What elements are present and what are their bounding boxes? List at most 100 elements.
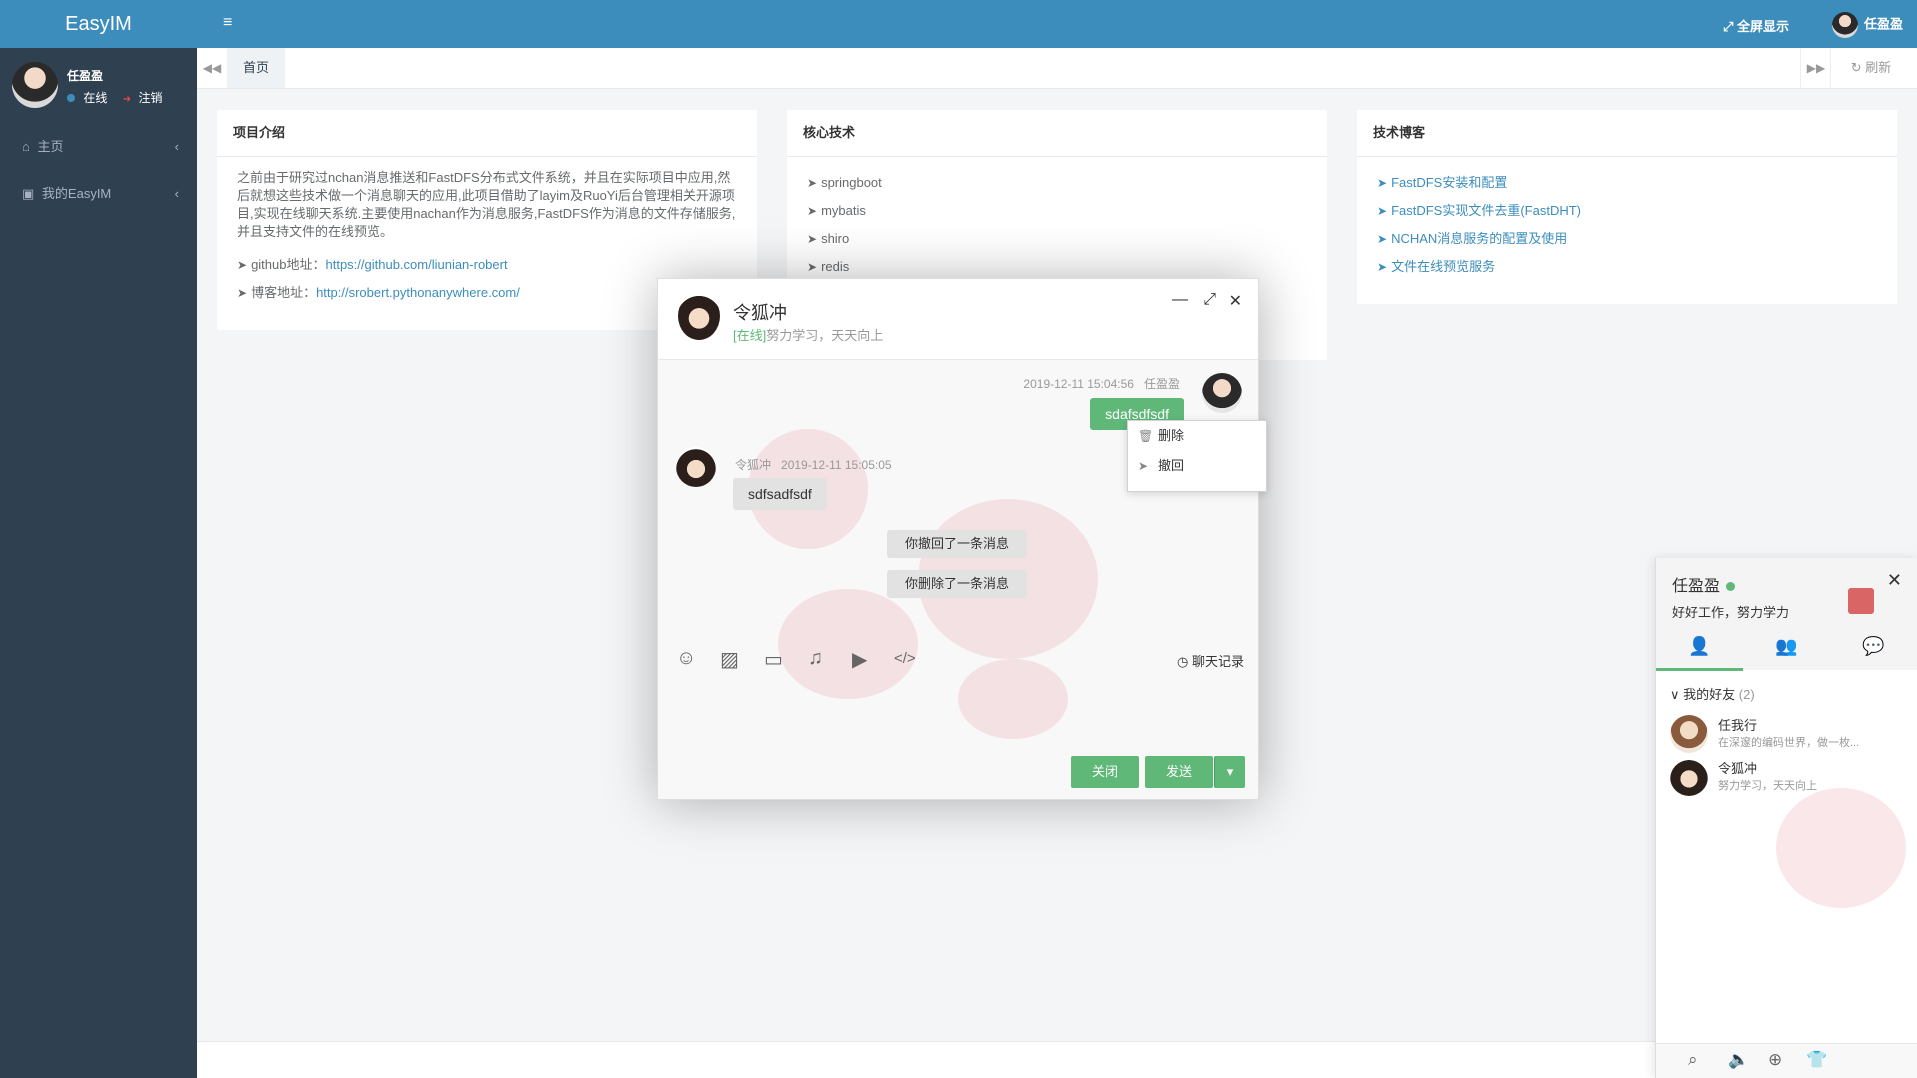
- send-icon: ➤: [807, 232, 818, 246]
- message-input[interactable]: [668, 681, 1250, 749]
- code-icon[interactable]: </>: [894, 650, 916, 667]
- sidebar-item-label: 主页: [37, 139, 64, 154]
- logout-icon[interactable]: ➜: [123, 94, 131, 105]
- group-count: (2): [1738, 687, 1755, 702]
- blog-label: 博客地址：: [251, 285, 317, 300]
- message-sender: 任盈盈: [1143, 377, 1180, 391]
- friend-name: 任我行: [1718, 718, 1758, 733]
- sidebar-item-home[interactable]: ⌂ 主页 ‹: [0, 127, 197, 167]
- send-icon: ➤: [1377, 204, 1388, 218]
- trash-icon: 🗑: [1138, 429, 1154, 443]
- skin-icon[interactable]: 👕: [1806, 1050, 1827, 1070]
- send-icon: ➤: [1377, 232, 1388, 246]
- blog-link-item[interactable]: ➤ 文件在线预览服务: [1377, 253, 1877, 281]
- my-message-meta: 2019-12-11 15:04:56 任盈盈: [1023, 375, 1180, 392]
- sidebar-user-status: 在线 ➜ 注销: [67, 89, 162, 106]
- chat-history-button[interactable]: ◷ 聊天记录: [1177, 651, 1244, 670]
- my-name-label: 任盈盈: [1672, 578, 1721, 595]
- send-icon: ➤: [807, 260, 818, 274]
- close-chat-button[interactable]: 关闭: [1071, 756, 1139, 788]
- chevron-left-icon: ‹: [174, 139, 179, 154]
- top-user-name: 任盈盈: [1863, 16, 1903, 32]
- friends-panel: 任盈盈 好好工作，努力学力 ✕ 👤 👥 💬 ∨ 我的好友 (2) 任我行 在深邃…: [1655, 558, 1917, 1078]
- chat-online-status: [在线]: [733, 328, 767, 343]
- top-user-menu[interactable]: 任盈盈: [1831, 12, 1903, 38]
- my-signature[interactable]: 好好工作，努力学力: [1672, 602, 1789, 621]
- send-button[interactable]: 发送: [1145, 756, 1213, 788]
- scroll-right-icon[interactable]: ▶▶: [1800, 48, 1831, 88]
- blog-link-item[interactable]: ➤ FastDFS实现文件去重(FastDHT): [1377, 197, 1877, 225]
- group-name: 我的好友: [1683, 687, 1736, 702]
- blog-link-item[interactable]: ➤ FastDFS安装和配置: [1377, 169, 1877, 197]
- blog-link[interactable]: http://srobert.pythonanywhere.com/: [316, 285, 520, 300]
- friends-panel-header: 任盈盈 好好工作，努力学力 ✕ 👤 👥 💬: [1656, 558, 1917, 671]
- image-icon[interactable]: ▨: [720, 647, 739, 672]
- online-dot-icon: [1726, 582, 1736, 591]
- tech-item: ➤ redis: [807, 259, 850, 274]
- clock-icon: ◷: [1177, 654, 1192, 669]
- refresh-button[interactable]: ↻ 刷新: [1830, 48, 1911, 88]
- github-link[interactable]: https://github.com/liunian-robert: [325, 257, 507, 272]
- chevron-left-icon: ‹: [174, 186, 179, 201]
- chat-contact-avatar[interactable]: [678, 292, 720, 340]
- message-context-menu: 🗑 删除 ➤ 撤回: [1127, 420, 1267, 492]
- contact-message-bubble[interactable]: sdfsadfsdf: [733, 478, 827, 510]
- message-sender: 令狐冲: [735, 458, 772, 472]
- context-delete-label: 删除: [1158, 428, 1185, 443]
- app-logo[interactable]: EasyIM: [0, 0, 197, 48]
- logout-link[interactable]: 注销: [138, 91, 162, 105]
- intro-text: 之前由于研究过nchan消息推送和FastDFS分布式文件系统，并且在实际项目中…: [237, 170, 736, 239]
- send-icon: ➤: [1377, 176, 1388, 190]
- github-line: ➤ github地址：https://github.com/liunian-rob…: [237, 251, 737, 279]
- tab-home[interactable]: 首页: [227, 48, 285, 88]
- minimize-icon[interactable]: —: [1172, 291, 1188, 309]
- github-label: github地址：: [251, 257, 326, 272]
- close-icon[interactable]: ✕: [1229, 291, 1242, 311]
- sidebar-user-name: 任盈盈: [67, 69, 104, 83]
- speaker-icon[interactable]: 🔈: [1728, 1050, 1749, 1070]
- online-dot-icon: [67, 94, 75, 102]
- message-time: 2019-12-11 15:05:05: [781, 458, 892, 472]
- context-recall[interactable]: ➤ 撤回: [1128, 451, 1266, 481]
- friend-signature: 在深邃的编码世界，做一枚...: [1718, 737, 1860, 749]
- context-recall-label: 撤回: [1158, 458, 1185, 473]
- headphones-icon[interactable]: ♫: [808, 647, 823, 670]
- list-item[interactable]: 任我行 在深邃的编码世界，做一枚...: [1670, 713, 1910, 755]
- tab-groups[interactable]: 👥: [1743, 636, 1830, 668]
- send-icon: ➤: [807, 204, 818, 218]
- contact-avatar[interactable]: [676, 447, 716, 487]
- system-message: 你删除了一条消息: [887, 570, 1027, 598]
- refresh-label: 刷新: [1865, 60, 1892, 75]
- tech-item: ➤ shiro: [807, 231, 850, 246]
- sidebar-item-my-easyim[interactable]: ▣ 我的EasyIM ‹: [0, 174, 197, 214]
- send-icon: ➤: [237, 286, 248, 300]
- users-icon: 👥: [1775, 636, 1798, 656]
- friend-signature: 努力学习，天天向上: [1718, 780, 1817, 792]
- sidebar-avatar[interactable]: [12, 62, 58, 108]
- my-avatar[interactable]: [1202, 373, 1242, 413]
- send-options-button[interactable]: ▾: [1214, 756, 1245, 788]
- chat-toolbar: ☺ ▨ ▭ ♫ ▶ </> ◷ 聊天记录: [658, 639, 1258, 679]
- tab-history[interactable]: 💬: [1830, 636, 1917, 668]
- folder-icon[interactable]: ▭: [764, 647, 783, 672]
- search-icon[interactable]: ⌕: [1688, 1050, 1698, 1070]
- video-icon[interactable]: ▶: [852, 647, 867, 672]
- scroll-left-icon[interactable]: ◀◀: [197, 48, 228, 88]
- tab-friends[interactable]: 👤: [1656, 636, 1743, 671]
- maximize-icon[interactable]: ⤢: [1203, 291, 1216, 309]
- list-item[interactable]: 令狐冲 努力学习，天天向上: [1670, 756, 1910, 798]
- friend-group-header[interactable]: ∨ 我的好友 (2): [1670, 684, 1755, 703]
- sidebar: EasyIM 任盈盈 在线 ➜ 注销 ⌂ 主页 ‹ ▣ 我的EasyIM ‹: [0, 0, 197, 1078]
- add-icon[interactable]: ⊕: [1768, 1050, 1782, 1070]
- fullscreen-button[interactable]: ⤢ 全屏显示: [1723, 16, 1789, 35]
- chat-header: 令狐冲 [在线]努力学习，天天向上 — ⤢ ✕: [658, 279, 1258, 360]
- smile-icon[interactable]: ☺: [676, 647, 696, 670]
- refresh-icon: ↻: [1850, 60, 1866, 75]
- home-icon: ⌂: [22, 139, 30, 154]
- menu-toggle-icon[interactable]: ≡: [223, 14, 232, 32]
- close-icon[interactable]: ✕: [1887, 570, 1902, 591]
- panel-title: 技术博客: [1357, 110, 1897, 157]
- user-card-icon: ▣: [22, 186, 35, 201]
- context-delete[interactable]: 🗑 删除: [1128, 421, 1266, 451]
- blog-link-item[interactable]: ➤ NCHAN消息服务的配置及使用: [1377, 225, 1877, 253]
